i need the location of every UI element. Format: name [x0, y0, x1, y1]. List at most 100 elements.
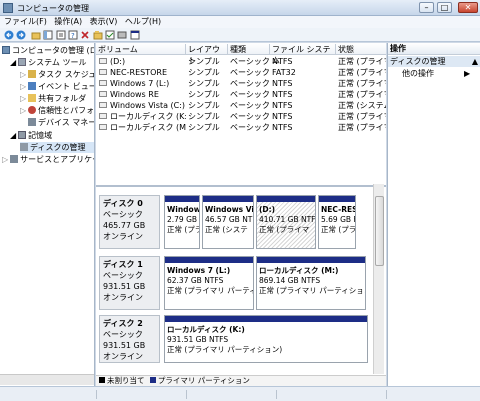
up-folder-icon[interactable]	[31, 30, 41, 40]
volume-icon	[99, 69, 107, 75]
tree-disk-management[interactable]: ディスクの管理	[20, 142, 94, 153]
column-file-system[interactable]: ファイル システム	[272, 44, 336, 65]
disk-label[interactable]: ディスク 1 ベーシック 931.51 GB オンライン	[99, 256, 160, 310]
tree-reliability[interactable]: ▷信頼性とパフォー	[20, 105, 94, 116]
clock-icon	[28, 70, 37, 78]
partition[interactable]: (D:) 410.71 GB NTF 正常 (プライマ	[256, 195, 316, 249]
volume-cell: NTFS	[272, 79, 293, 88]
volume-cell: ベーシック	[230, 79, 270, 88]
disk-graph-view: ディスク 0 ベーシック 465.77 GB オンライン Windows2.79 GB …	[96, 185, 386, 386]
disk-type: ベーシック	[103, 271, 143, 280]
volume-cell: 正常 (プライマ	[338, 57, 386, 66]
disk-name: ディスク 0	[103, 199, 143, 208]
partition-size: 62.37 GB NTFS	[167, 276, 224, 285]
partition-status: 正常 (プラ	[321, 225, 355, 234]
collapse-arrow-icon[interactable]: ◢	[10, 131, 16, 140]
tree-device-manager[interactable]: デバイス マネージ	[28, 117, 94, 128]
properties-icon[interactable]	[56, 30, 66, 40]
tree-shared-folders[interactable]: ▷ 共有フォルダ	[20, 93, 86, 104]
disk-size: 931.51 GB	[103, 341, 146, 350]
close-button[interactable]: ✕	[458, 2, 478, 13]
volume-row[interactable]: Windows RE シンプル ベーシックNTFS 正常 (プライマ	[96, 89, 386, 100]
menu-help[interactable]: ヘルプ(H)	[125, 16, 161, 28]
actions-section-disk-management[interactable]: ディスクの管理 ▲	[388, 56, 480, 67]
menu-file[interactable]: ファイル(F)	[4, 16, 47, 28]
column-layout[interactable]: レイアウト	[188, 44, 228, 65]
disk-status: オンライン	[103, 352, 143, 361]
partition-size: 410.71 GB NTF	[259, 215, 315, 224]
volume-cell: NTFS	[272, 57, 293, 66]
partition-status: 正常 (システ	[205, 225, 248, 234]
volume-cell: ベーシック	[230, 112, 270, 121]
disk-icon[interactable]	[117, 30, 127, 40]
view-icon[interactable]	[130, 30, 140, 40]
tree-event-viewer[interactable]: ▷イベント ビューア	[20, 81, 94, 92]
partition-size: 931.51 GB NTFS	[167, 335, 229, 344]
partition[interactable]: Windows 7 (L:) 62.37 GB NTFS 正常 (プライマリ パーテ…	[164, 256, 254, 310]
expand-arrow-icon[interactable]: ▷	[2, 155, 8, 164]
partition[interactable]: ローカルディスク (K:) 931.51 GB NTFS 正常 (プライマリ パーテ…	[164, 315, 368, 363]
volume-row[interactable]: NEC-RESTORE シンプル ベーシックFAT32 正常 (プライマ	[96, 67, 386, 78]
partition[interactable]: ローカルディスク (M:) 869.14 GB NTFS 正常 (プライマリ パーテ…	[256, 256, 366, 310]
actions-other[interactable]: 他の操作 ▶	[402, 68, 470, 79]
volume-row[interactable]: ローカルディスク (M:)シンプル ベーシックNTFS 正常 (プライマ	[96, 122, 386, 133]
open-icon[interactable]	[93, 30, 103, 40]
tree-storage[interactable]: ◢ 記憶域	[10, 130, 52, 141]
collapse-arrow-icon[interactable]: ◢	[10, 58, 16, 67]
back-arrow-icon[interactable]	[4, 30, 14, 40]
volume-cell: NTFS	[272, 101, 293, 110]
partition[interactable]: Windows Vi 46.57 GB NT 正常 (システ	[202, 195, 254, 249]
submenu-arrow-icon: ▶	[464, 69, 471, 78]
column-type[interactable]: 種類	[230, 44, 270, 55]
volume-row[interactable]: Windows Vista (C:)シンプル ベーシックNTFS 正常 (システム	[96, 100, 386, 111]
expand-arrow-icon[interactable]: ▷	[20, 82, 26, 91]
services-icon	[10, 155, 19, 163]
disk-size: 465.77 GB	[103, 221, 146, 230]
forward-arrow-icon[interactable]	[16, 30, 26, 40]
delete-icon[interactable]	[80, 30, 90, 40]
disk-management-icon	[20, 143, 28, 151]
column-status[interactable]: 状態	[338, 44, 386, 55]
collapse-up-icon[interactable]: ▲	[472, 56, 478, 67]
tree-task-scheduler[interactable]: ▷タスク スケジュー	[20, 69, 94, 80]
partition-name: Windows	[167, 205, 199, 214]
menu-view[interactable]: 表示(V)	[90, 16, 118, 28]
disk-size: 931.51 GB	[103, 282, 146, 291]
volume-row[interactable]: ローカルディスク (K:)シンプル ベーシックNTFS 正常 (プライマ	[96, 111, 386, 122]
volume-row[interactable]: (D:) シンプル ベーシックNTFS 正常 (プライマ	[96, 56, 386, 67]
help-icon[interactable]: ?	[68, 30, 78, 40]
expand-arrow-icon[interactable]: ▷	[20, 94, 26, 103]
partition-bar	[165, 196, 199, 202]
partition-status: 正常 (プライマリ パーティション	[259, 286, 365, 295]
tree-root[interactable]: コンピュータの管理 (ロ	[2, 45, 94, 56]
volume-cell: シンプル	[188, 57, 220, 66]
unallocated-swatch	[99, 377, 105, 383]
partition[interactable]: Windows2.79 GB N正常 (プラ	[164, 195, 200, 249]
minimize-button[interactable]: –	[419, 2, 434, 13]
volume-row[interactable]: Windows 7 (L:) シンプル ベーシックNTFS 正常 (プライマ	[96, 78, 386, 89]
column-volume[interactable]: ボリューム	[98, 44, 186, 55]
graph-vertical-scrollbar[interactable]	[373, 184, 384, 374]
maximize-button[interactable]: □	[437, 2, 452, 13]
volume-cell: ベーシック	[230, 90, 270, 99]
disk-status: オンライン	[103, 232, 143, 241]
show-tree-icon[interactable]	[43, 30, 53, 40]
volume-cell: 正常 (プライマ	[338, 90, 386, 99]
menu-action[interactable]: 操作(A)	[54, 16, 82, 28]
disk-label[interactable]: ディスク 0 ベーシック 465.77 GB オンライン	[99, 195, 160, 249]
volume-cell: (D:)	[110, 57, 126, 66]
partition[interactable]: NEC-REST5.69 GB F正常 (プラ	[318, 195, 356, 249]
expand-arrow-icon[interactable]: ▷	[20, 106, 26, 115]
disk-label[interactable]: ディスク 2 ベーシック 931.51 GB オンライン	[99, 315, 160, 363]
expand-arrow-icon[interactable]: ▷	[20, 70, 26, 79]
tree-system-tools[interactable]: ◢ システム ツール	[10, 57, 86, 68]
tools-icon	[18, 58, 27, 66]
console-tree: コンピュータの管理 (ロ ◢システム ツール ▷タスク スケジュー ▷イベント …	[0, 43, 95, 386]
storage-icon	[18, 131, 27, 139]
partition-status: 正常 (プライマ	[259, 225, 310, 234]
tree-horizontal-scrollbar[interactable]	[0, 374, 94, 385]
tree-services-apps[interactable]: ▷ サービスとアプリケー	[2, 154, 94, 165]
scrollbar-thumb[interactable]	[375, 196, 384, 266]
volume-cell: シンプル	[188, 112, 220, 121]
check-icon[interactable]	[105, 30, 115, 40]
